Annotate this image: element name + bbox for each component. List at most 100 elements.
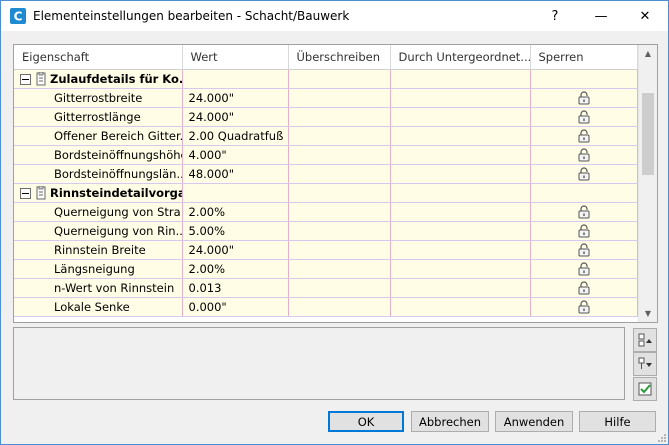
title-bar[interactable]: C Elementeinstellungen bearbeiten - Scha… bbox=[1, 1, 668, 31]
property-name-cell[interactable]: n-Wert von Rinnstein bbox=[14, 278, 183, 298]
property-name-cell[interactable]: Rinnstein Breite bbox=[14, 240, 183, 260]
lock-cell[interactable] bbox=[530, 278, 638, 298]
apply-check-button[interactable] bbox=[633, 377, 657, 401]
padlock-icon bbox=[578, 262, 589, 276]
scroll-down-arrow-icon[interactable]: ▼ bbox=[639, 305, 657, 322]
override-cell[interactable] bbox=[288, 240, 391, 260]
column-header-property[interactable]: Eigenschaft bbox=[14, 45, 183, 70]
property-row[interactable]: Gitterrostbreite 24.000" bbox=[14, 88, 638, 108]
child-override-cell[interactable] bbox=[390, 240, 531, 260]
minimize-button[interactable]: — bbox=[578, 1, 624, 31]
value-cell[interactable]: 2.00% bbox=[182, 202, 289, 222]
description-panel bbox=[13, 327, 625, 400]
child-override-cell[interactable] bbox=[390, 164, 531, 184]
category-row[interactable]: Rinnsteindetailvorga... bbox=[14, 183, 638, 203]
help-title-button[interactable]: ? bbox=[532, 1, 578, 31]
lock-cell[interactable] bbox=[530, 88, 638, 108]
value-cell bbox=[182, 69, 289, 89]
value-cell[interactable]: 24.000" bbox=[182, 240, 289, 260]
column-header-value[interactable]: Wert bbox=[182, 45, 289, 70]
value-cell[interactable]: 4.000" bbox=[182, 145, 289, 165]
override-cell[interactable] bbox=[288, 126, 391, 146]
property-row[interactable]: Bordsteinöffnungslän... 48.000" bbox=[14, 164, 638, 184]
child-override-cell[interactable] bbox=[390, 107, 531, 127]
property-name-cell[interactable]: Längsneigung bbox=[14, 259, 183, 279]
property-row[interactable]: Bordsteinöffnungshöhe 4.000" bbox=[14, 145, 638, 165]
child-override-cell[interactable] bbox=[390, 202, 531, 222]
lock-cell[interactable] bbox=[530, 202, 638, 222]
collapse-toggle-icon[interactable] bbox=[20, 73, 31, 85]
property-row[interactable]: Gitterrostlänge 24.000" bbox=[14, 107, 638, 127]
category-name-cell[interactable]: Zulaufdetails für Ko... bbox=[14, 69, 183, 89]
category-name-cell[interactable]: Rinnsteindetailvorga... bbox=[14, 183, 183, 203]
property-row[interactable]: Offener Bereich Gitter... 2.00 Quadratfuß bbox=[14, 126, 638, 146]
child-override-cell[interactable] bbox=[390, 126, 531, 146]
value-cell[interactable]: 0.013 bbox=[182, 278, 289, 298]
cancel-button[interactable]: Abbrechen bbox=[411, 411, 489, 432]
value-cell[interactable]: 2.00% bbox=[182, 259, 289, 279]
property-name-cell[interactable]: Gitterrostlänge bbox=[14, 107, 183, 127]
vertical-scrollbar[interactable]: ▲ ▼ bbox=[638, 45, 657, 322]
property-name-cell[interactable]: Bordsteinöffnungslän... bbox=[14, 164, 183, 184]
value-cell[interactable]: 0.000" bbox=[182, 297, 289, 317]
property-row[interactable]: Rinnstein Breite 24.000" bbox=[14, 240, 638, 260]
help-button[interactable]: Hilfe bbox=[579, 411, 656, 432]
column-header-lock[interactable]: Sperren bbox=[530, 45, 638, 70]
lock-cell[interactable] bbox=[530, 126, 638, 146]
property-row[interactable]: Längsneigung 2.00% bbox=[14, 259, 638, 279]
value-cell[interactable]: 24.000" bbox=[182, 88, 289, 108]
child-override-cell[interactable] bbox=[390, 259, 531, 279]
property-name-cell[interactable]: Offener Bereich Gitter... bbox=[14, 126, 183, 146]
ok-button[interactable]: OK bbox=[328, 411, 404, 432]
property-name-cell[interactable]: Gitterrostbreite bbox=[14, 88, 183, 108]
apply-button[interactable]: Anwenden bbox=[495, 411, 573, 432]
property-row[interactable]: n-Wert von Rinnstein 0.013 bbox=[14, 278, 638, 298]
collapse-toggle-icon[interactable] bbox=[20, 187, 31, 199]
apply-checkmark-icon bbox=[638, 382, 652, 396]
override-cell[interactable] bbox=[288, 145, 391, 165]
override-cell[interactable] bbox=[288, 278, 391, 298]
property-name-cell[interactable]: Bordsteinöffnungshöhe bbox=[14, 145, 183, 165]
child-override-cell[interactable] bbox=[390, 278, 531, 298]
lock-cell[interactable] bbox=[530, 240, 638, 260]
property-row[interactable]: Lokale Senke 0.000" bbox=[14, 297, 638, 317]
collapse-all-button[interactable] bbox=[633, 352, 657, 376]
value-cell[interactable]: 2.00 Quadratfuß bbox=[182, 126, 289, 146]
child-override-cell[interactable] bbox=[390, 88, 531, 108]
property-name-cell[interactable]: Querneigung von Stra... bbox=[14, 202, 183, 222]
value-cell[interactable]: 48.000" bbox=[182, 164, 289, 184]
lock-cell[interactable] bbox=[530, 221, 638, 241]
override-cell[interactable] bbox=[288, 107, 391, 127]
column-header-override[interactable]: Überschreiben bbox=[288, 45, 391, 70]
override-cell[interactable] bbox=[288, 297, 391, 317]
lock-cell bbox=[530, 183, 638, 203]
lock-cell[interactable] bbox=[530, 259, 638, 279]
child-override-cell[interactable] bbox=[390, 297, 531, 317]
child-override-cell[interactable] bbox=[390, 221, 531, 241]
child-override-cell[interactable] bbox=[390, 145, 531, 165]
category-row[interactable]: Zulaufdetails für Ko... bbox=[14, 69, 638, 89]
close-button[interactable]: ✕ bbox=[622, 1, 668, 31]
resize-grip-icon[interactable] bbox=[656, 432, 666, 442]
override-cell[interactable] bbox=[288, 164, 391, 184]
value-cell[interactable]: 5.00% bbox=[182, 221, 289, 241]
padlock-icon bbox=[578, 129, 589, 143]
value-cell[interactable]: 24.000" bbox=[182, 107, 289, 127]
override-cell[interactable] bbox=[288, 221, 391, 241]
override-cell[interactable] bbox=[288, 88, 391, 108]
property-name-cell[interactable]: Querneigung von Rin... bbox=[14, 221, 183, 241]
property-name-cell[interactable]: Lokale Senke bbox=[14, 297, 183, 317]
override-cell[interactable] bbox=[288, 259, 391, 279]
lock-cell[interactable] bbox=[530, 145, 638, 165]
override-cell[interactable] bbox=[288, 202, 391, 222]
lock-cell[interactable] bbox=[530, 107, 638, 127]
property-row[interactable]: Querneigung von Rin... 5.00% bbox=[14, 221, 638, 241]
lock-cell[interactable] bbox=[530, 164, 638, 184]
column-header-child-override[interactable]: Durch Untergeordnet... bbox=[390, 45, 531, 70]
scrollbar-thumb[interactable] bbox=[642, 93, 654, 175]
lock-cell[interactable] bbox=[530, 297, 638, 317]
property-row[interactable]: Querneigung von Stra... 2.00% bbox=[14, 202, 638, 222]
expand-all-button[interactable] bbox=[633, 328, 657, 352]
scroll-up-arrow-icon[interactable]: ▲ bbox=[639, 45, 657, 62]
padlock-icon bbox=[578, 167, 589, 181]
